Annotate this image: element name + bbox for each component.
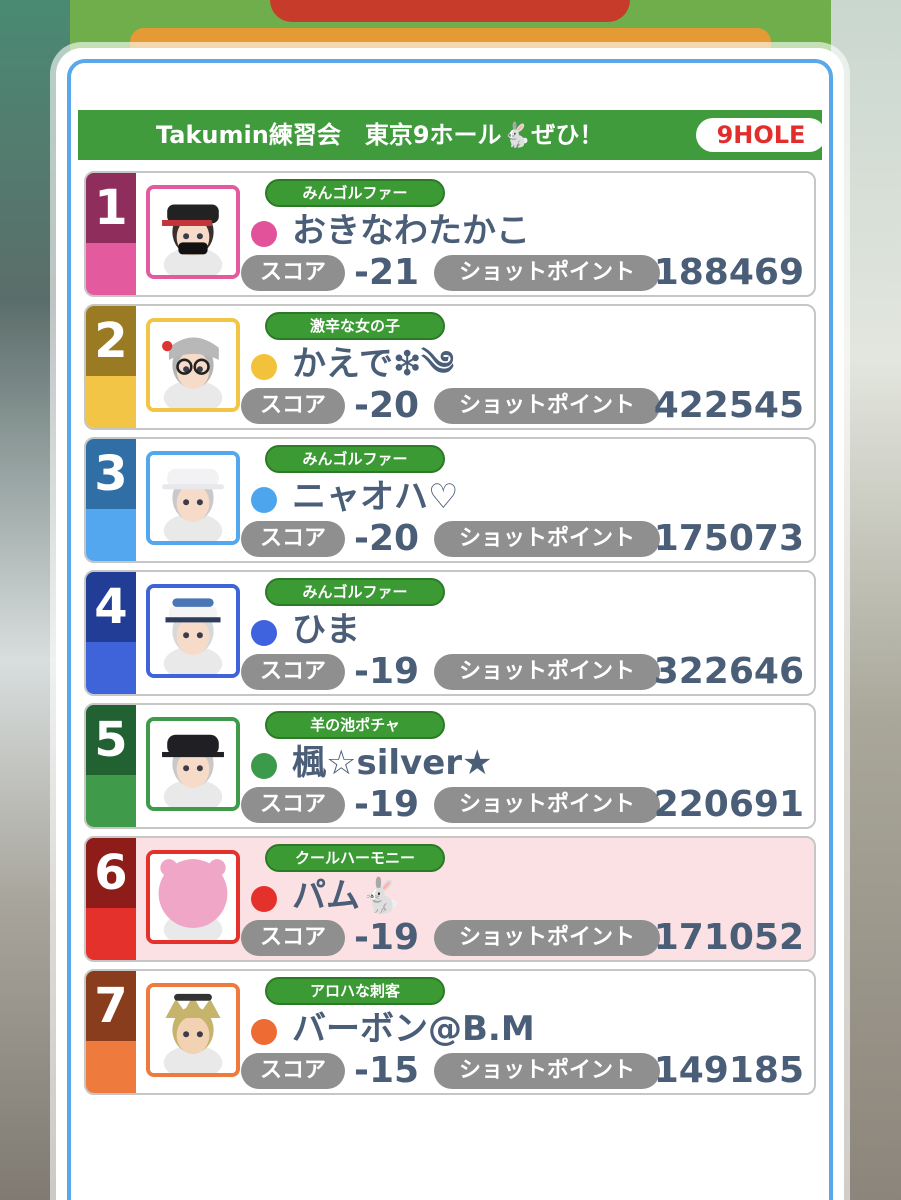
- ranking-row[interactable]: 1 みんゴルファーおきなわたかこスコア -21 ショットポイント 188469: [84, 171, 816, 297]
- score-label: スコア: [241, 654, 345, 690]
- shot-points-value: 149185: [653, 1050, 804, 1091]
- hole-count-badge: 9HOLE: [696, 118, 826, 152]
- score-label: スコア: [241, 388, 345, 424]
- ranking-row[interactable]: 3 みんゴルファーニャオハ♡ スコア -20 ショットポイント 175073: [84, 437, 816, 563]
- rank-number: 4: [86, 572, 136, 642]
- score-label: スコア: [241, 1053, 345, 1089]
- competition-title: Takumin練習会 東京9ホール🐇ぜひ！: [156, 121, 604, 149]
- black-cap-silver-hair-avatar-icon[interactable]: [146, 717, 240, 811]
- rank-number: 5: [86, 705, 136, 775]
- score-value: -20: [354, 518, 420, 559]
- rank-number: 7: [86, 971, 136, 1041]
- player-color-dot: [251, 620, 277, 646]
- rank-color-strip: 6: [86, 838, 136, 960]
- player-name: バーボン@B.M: [292, 1009, 535, 1049]
- player-color-dot: [251, 1019, 277, 1045]
- goggles-cap-avatar-icon[interactable]: [146, 584, 240, 678]
- player-title-badge: みんゴルファー: [265, 445, 445, 473]
- player-color-dot: [251, 753, 277, 779]
- background-ribbon: [270, 0, 630, 22]
- player-title-badge: 激辛な女の子: [265, 312, 445, 340]
- shot-points-value: 171052: [653, 917, 804, 958]
- player-title-badge: 羊の池ポチャ: [265, 711, 445, 739]
- ranking-row[interactable]: 2 激辛な女の子かえで❇︎༄ スコア -20 ショットポイント 422545: [84, 304, 816, 430]
- leaderboard-modal: Takumin練習会 東京9ホール🐇ぜひ！ 9HOLE 1 みんゴルファー おきなわ…: [56, 48, 844, 1200]
- shot-points-value: 188469: [653, 252, 804, 293]
- rank-color-strip: 3: [86, 439, 136, 561]
- shot-points-label: ショットポイント: [434, 787, 660, 823]
- score-label: スコア: [241, 521, 345, 557]
- shot-points-value: 322646: [653, 651, 804, 692]
- shot-points-value: 175073: [653, 518, 804, 559]
- score-value: -15: [354, 1050, 420, 1091]
- player-name: ニャオハ♡: [292, 477, 459, 517]
- score-value: -19: [354, 651, 420, 692]
- player-name: パム🐇: [292, 876, 403, 916]
- player-title-badge: アロハな刺客: [265, 977, 445, 1005]
- score-value: -19: [354, 917, 420, 958]
- shot-points-label: ショットポイント: [434, 388, 660, 424]
- blonde-sunglasses-avatar-icon[interactable]: [146, 983, 240, 1077]
- player-name: かえで❇︎༄: [292, 344, 454, 384]
- ranking-row[interactable]: 4 みんゴルファーひまスコア -19 ショットポイント 322646: [84, 570, 816, 696]
- ranking-row[interactable]: 5 羊の池ポチャ楓☆silver★ スコア -19 ショットポイント 220691: [84, 703, 816, 829]
- score-label: スコア: [241, 255, 345, 291]
- rank-color-strip: 7: [86, 971, 136, 1093]
- rank-number: 1: [86, 173, 136, 243]
- rank-number: 6: [86, 838, 136, 908]
- ranking-row[interactable]: 7 アロハな刺客バーボン@B.M スコア -15 ショットポイント 149185: [84, 969, 816, 1095]
- shot-points-value: 422545: [653, 385, 804, 426]
- rank-color-strip: 5: [86, 705, 136, 827]
- rank-color-strip: 2: [86, 306, 136, 428]
- rank-number: 2: [86, 306, 136, 376]
- player-color-dot: [251, 221, 277, 247]
- player-title-badge: みんゴルファー: [265, 578, 445, 606]
- shot-points-label: ショットポイント: [434, 1053, 660, 1089]
- player-title-badge: みんゴルファー: [265, 179, 445, 207]
- gray-hair-glasses-avatar-icon[interactable]: [146, 318, 240, 412]
- shot-points-value: 220691: [653, 784, 804, 825]
- player-name: ひま: [292, 610, 360, 650]
- ranking-row[interactable]: 6 クールハーモニーパム🐇 スコア -19 ショットポイント 171052: [84, 836, 816, 962]
- player-name: 楓☆silver★: [292, 743, 493, 783]
- shot-points-label: ショットポイント: [434, 255, 660, 291]
- rank-color-strip: 4: [86, 572, 136, 694]
- shot-points-label: ショットポイント: [434, 521, 660, 557]
- shot-points-label: ショットポイント: [434, 654, 660, 690]
- score-value: -21: [354, 252, 420, 293]
- player-color-dot: [251, 487, 277, 513]
- player-color-dot: [251, 886, 277, 912]
- score-label: スコア: [241, 787, 345, 823]
- shot-points-label: ショットポイント: [434, 920, 660, 956]
- rank-color-strip: 1: [86, 173, 136, 295]
- white-cap-avatar-icon[interactable]: [146, 451, 240, 545]
- black-cap-avatar-icon[interactable]: [146, 185, 240, 279]
- competition-title-bar: Takumin練習会 東京9ホール🐇ぜひ！ 9HOLE: [78, 110, 826, 160]
- rank-number: 3: [86, 439, 136, 509]
- score-label: スコア: [241, 920, 345, 956]
- score-value: -19: [354, 784, 420, 825]
- player-title-badge: クールハーモニー: [265, 844, 445, 872]
- pink-bear-hood-avatar-icon[interactable]: [146, 850, 240, 944]
- player-name: おきなわたかこ: [292, 211, 530, 251]
- player-color-dot: [251, 354, 277, 380]
- score-value: -20: [354, 385, 420, 426]
